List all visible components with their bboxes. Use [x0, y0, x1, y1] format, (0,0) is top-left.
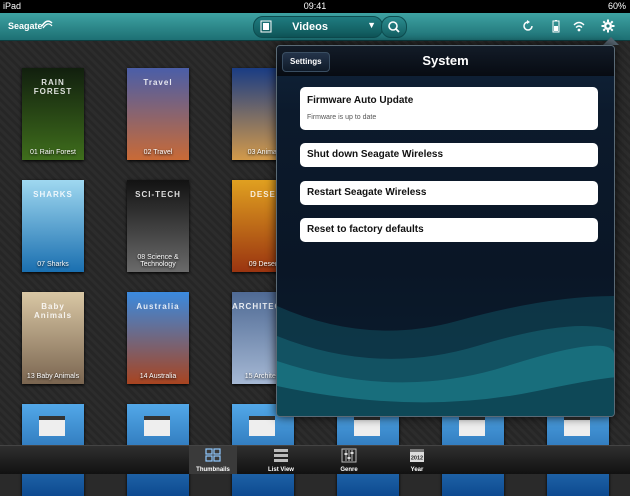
video-thumbnail[interactable]: Baby Animals 13 Baby Animals — [22, 292, 84, 384]
tab-year-label: Year — [410, 467, 424, 473]
brand-name: Seagate — [8, 21, 43, 31]
firmware-status-text: Firmware is up to date — [307, 114, 377, 121]
tab-thumbnails-label: Thumbnails — [196, 467, 230, 473]
chevron-down-icon: ▼ — [367, 20, 376, 30]
factory-reset-row[interactable]: Reset to factory defaults — [300, 218, 598, 242]
cover-art-text: Australia — [136, 302, 180, 311]
firmware-auto-update-row[interactable]: Firmware Auto Update Firmware is up to d… — [300, 87, 598, 130]
restart-row[interactable]: Restart Seagate Wireless — [300, 181, 598, 205]
clapperboard-icon — [39, 416, 65, 436]
video-title: 08 Science & Technology — [137, 254, 179, 268]
top-bar: Seagate Videos ▼ — [0, 13, 630, 41]
tab-thumbnails[interactable]: Thumbnails — [189, 446, 237, 474]
status-time: 09:41 — [303, 1, 327, 11]
popover-title: System — [422, 53, 469, 68]
category-label: Videos — [292, 21, 328, 33]
video-thumbnail[interactable]: SHARKS 07 Sharks — [22, 180, 84, 272]
status-bar: iPad 09:41 60% — [0, 0, 630, 13]
cover-art-text: Baby Animals — [33, 302, 73, 320]
video-thumbnail[interactable]: RAIN FOREST 01 Rain Forest — [22, 68, 84, 160]
shut-down-label: Shut down Seagate Wireless — [307, 149, 444, 160]
battery-percent: 60% — [607, 1, 626, 11]
gear-icon[interactable] — [601, 19, 615, 33]
factory-reset-label: Reset to factory defaults — [307, 224, 424, 235]
tab-genre[interactable]: Genre — [325, 446, 373, 474]
video-title: 07 Sharks — [37, 261, 69, 268]
calendar-icon: 2012 — [410, 449, 424, 462]
genre-icon — [341, 448, 357, 463]
thumbnails-icon — [205, 448, 221, 462]
seagate-logo-icon — [41, 20, 53, 29]
restart-label: Restart Seagate Wireless — [307, 187, 427, 198]
cover-art-text: Travel — [143, 78, 173, 87]
firmware-auto-update-label: Firmware Auto Update — [307, 95, 414, 106]
video-title: 02 Travel — [143, 149, 173, 156]
cover-art-text: SCI-TECH — [135, 190, 181, 199]
cover-art-text: SHARKS — [33, 190, 73, 199]
video-thumbnail[interactable]: Australia 14 Australia — [127, 292, 189, 384]
background-waves — [277, 296, 614, 416]
clapperboard-icon — [144, 416, 170, 436]
tab-list-view[interactable]: List View — [257, 446, 305, 474]
category-selector[interactable]: Videos ▼ — [253, 16, 383, 38]
video-title: 14 Australia — [139, 373, 177, 380]
video-title: 13 Baby Animals — [26, 373, 80, 380]
tab-genre-label: Genre — [340, 467, 358, 473]
clapperboard-icon — [459, 416, 485, 436]
list-view-icon — [274, 449, 288, 462]
popover-arrow — [603, 37, 619, 45]
search-button[interactable] — [381, 16, 407, 38]
battery-icon — [552, 20, 560, 33]
tab-list-view-label: List View — [268, 467, 294, 473]
shut-down-row[interactable]: Shut down Seagate Wireless — [300, 143, 598, 167]
video-title: 01 Rain Forest — [30, 149, 76, 156]
tab-year[interactable]: 2012 Year — [393, 446, 441, 474]
refresh-icon[interactable] — [521, 19, 535, 33]
search-icon — [388, 21, 400, 33]
video-thumbnail[interactable]: Travel 02 Travel — [127, 68, 189, 160]
clapperboard-icon — [249, 416, 275, 436]
popover-header: Settings System — [277, 46, 614, 76]
wifi-icon — [573, 21, 585, 32]
bottom-tab-bar: Thumbnails List View Genre 2012 Year — [0, 445, 630, 474]
video-thumbnail[interactable]: SCI-TECH 08 Science & Technology — [127, 180, 189, 272]
calendar-year-text: 2012 — [411, 456, 423, 462]
settings-popover: Settings System Firmware Auto Update Fir… — [276, 45, 615, 417]
cover-art-text: RAIN FOREST — [33, 78, 73, 96]
clapperboard-icon — [564, 416, 590, 436]
clapperboard-icon — [354, 416, 380, 436]
